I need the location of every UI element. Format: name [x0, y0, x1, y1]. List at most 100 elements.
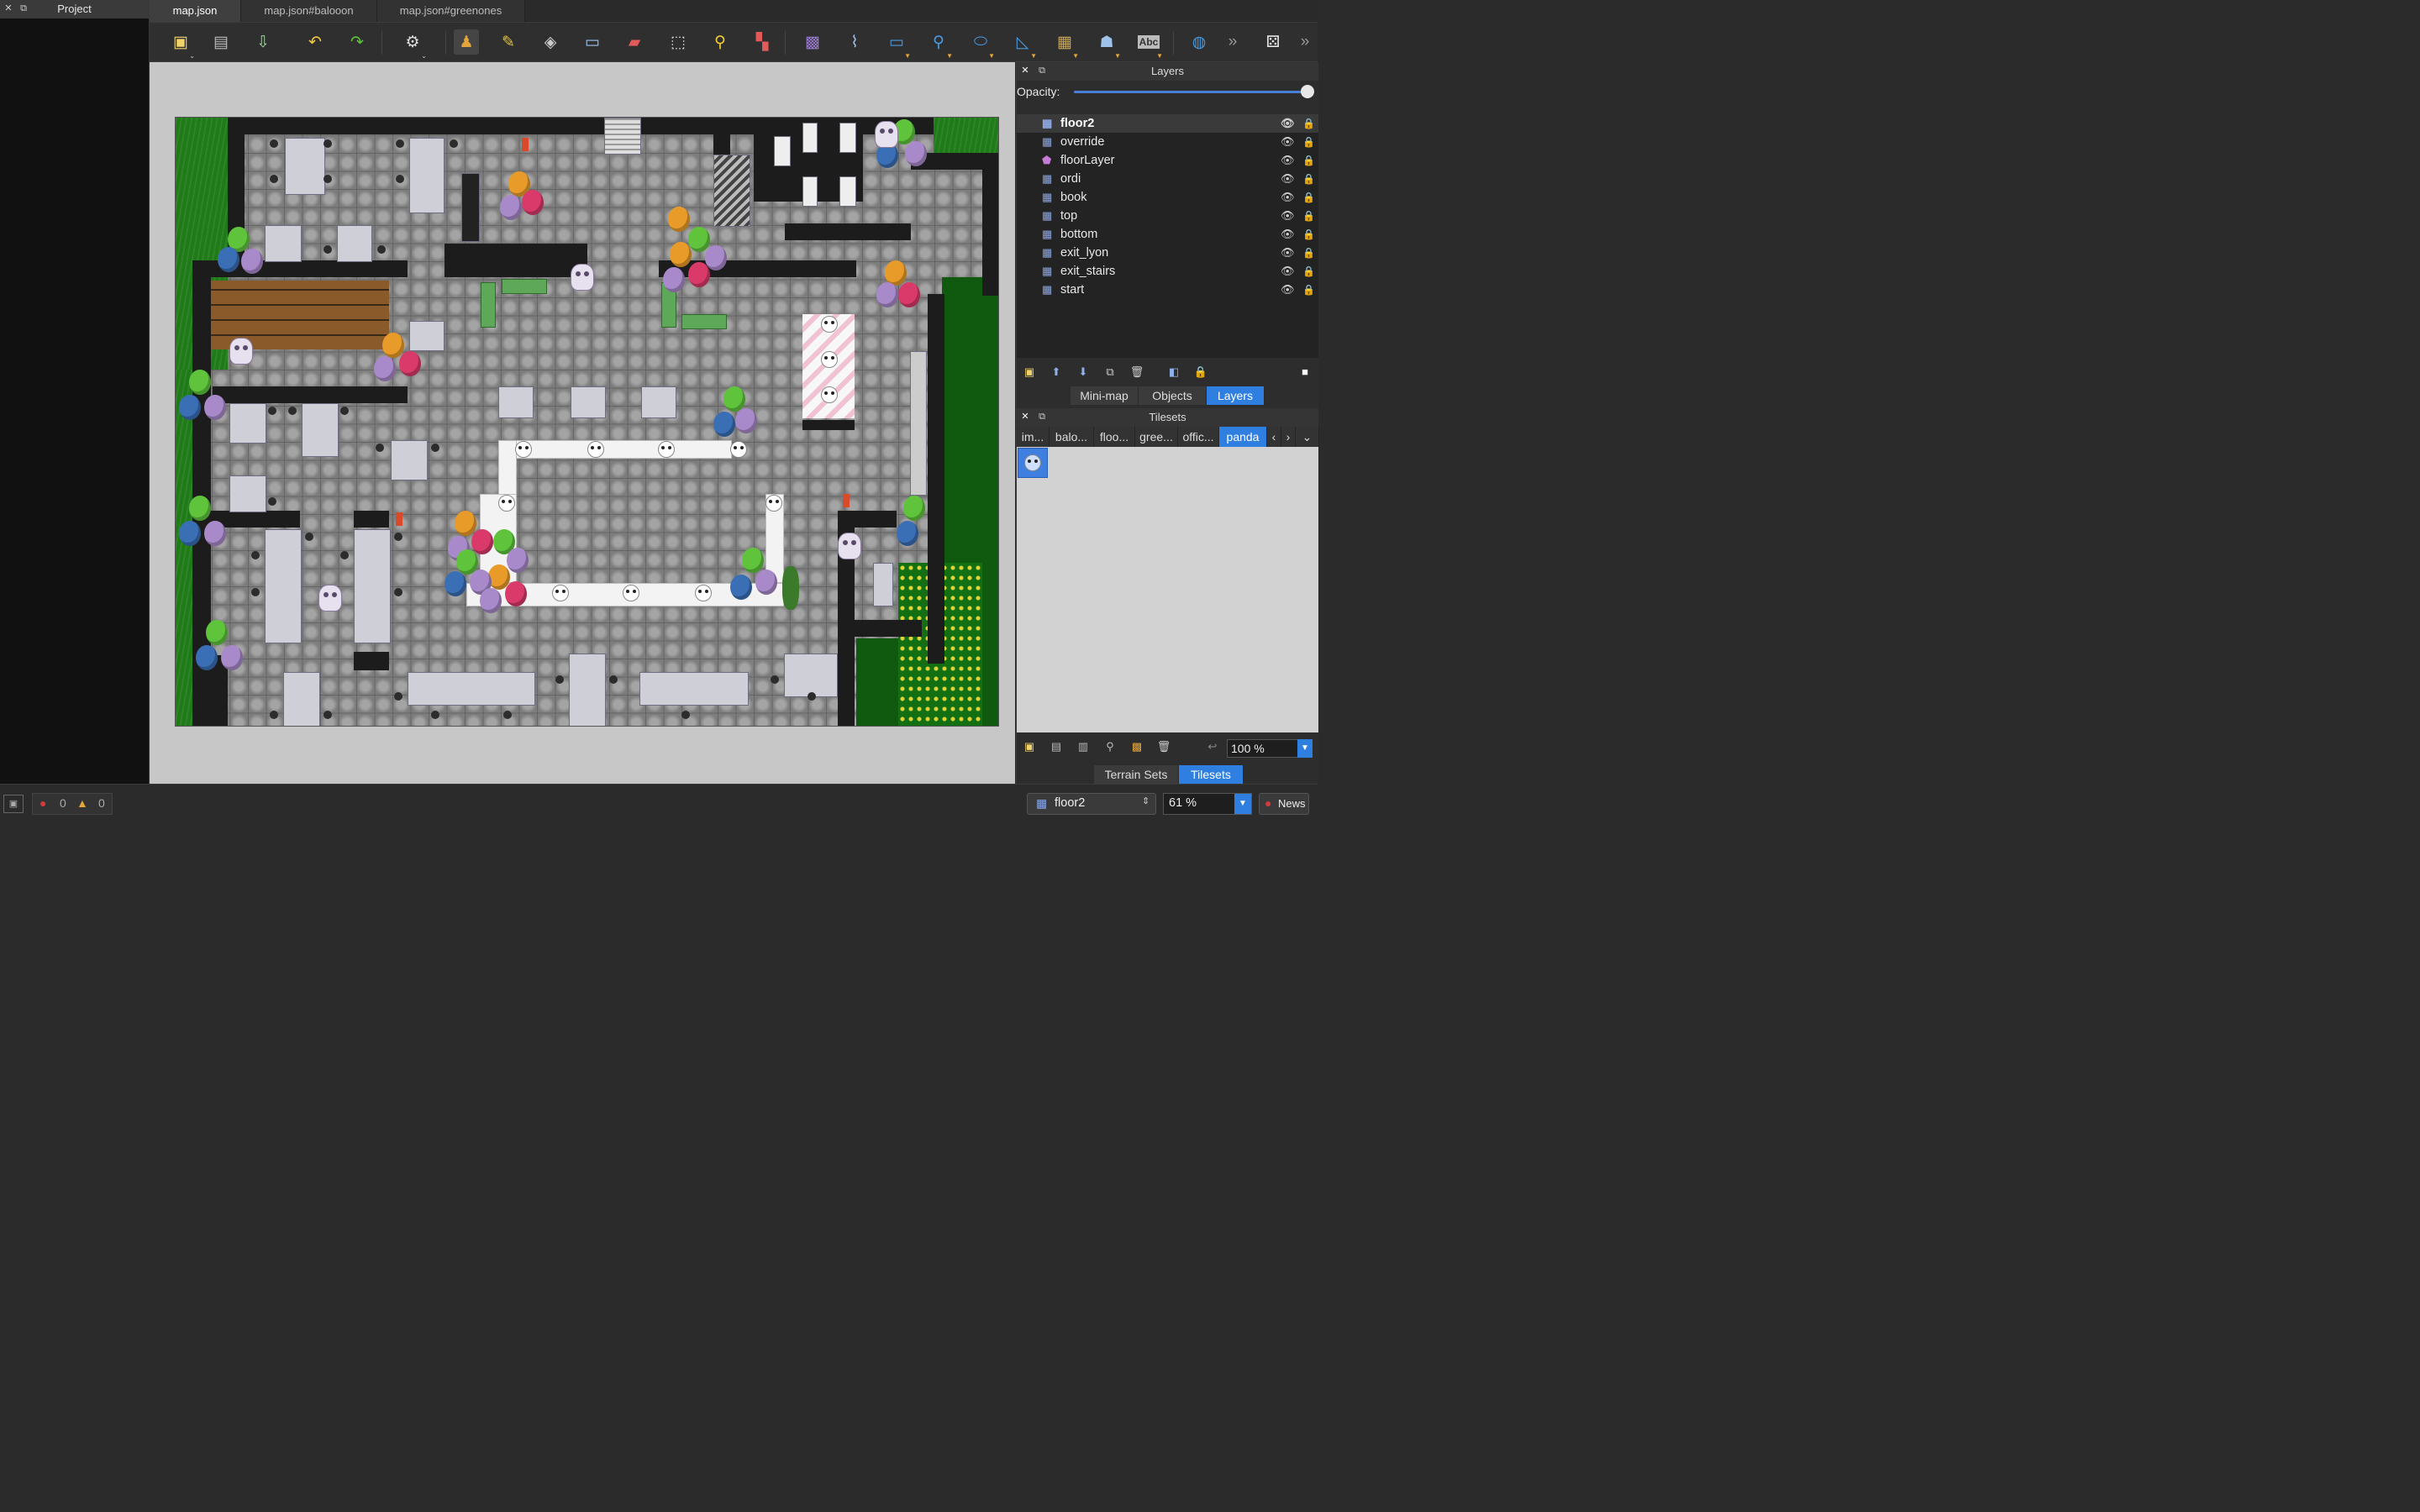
panda-tile[interactable]: [1018, 448, 1048, 478]
lock-icon[interactable]: 🔒: [1302, 207, 1315, 225]
embed-tileset-icon[interactable]: ▤: [1049, 739, 1064, 754]
opacity-slider-handle[interactable]: [1301, 85, 1314, 98]
lower-layer-icon[interactable]: ⬇: [1076, 365, 1091, 380]
world-icon[interactable]: ◍: [1186, 29, 1212, 55]
lock-icon[interactable]: 🔒: [1302, 170, 1315, 188]
lock-layer-icon[interactable]: 🔒: [1193, 365, 1208, 380]
layer-row-floor2[interactable]: ▦ floor2 👁 🔒: [1017, 114, 1318, 133]
tab-tileset-im[interactable]: im...: [1017, 427, 1050, 447]
delete-tileset-icon[interactable]: 🗑: [1156, 739, 1171, 754]
undo-icon[interactable]: ↶: [302, 29, 328, 55]
tab-tileset-offic[interactable]: offic...: [1178, 427, 1219, 447]
tab-objects[interactable]: Objects: [1139, 386, 1207, 405]
tileset-view[interactable]: [1017, 447, 1318, 732]
wrap-icon[interactable]: ↩: [1205, 739, 1220, 754]
edit-tileset-icon[interactable]: ⚲: [1102, 739, 1118, 754]
dynamic-wrapping-icon[interactable]: ▩: [1129, 739, 1144, 754]
tab-map-json[interactable]: map.json: [150, 0, 241, 22]
layer-row-override[interactable]: ▦ override 👁 🔒: [1017, 133, 1318, 151]
console-icon[interactable]: ▣: [3, 795, 24, 813]
eraser-icon[interactable]: ▰: [622, 29, 647, 55]
tab-tileset-panda[interactable]: panda: [1219, 427, 1267, 447]
lock-icon[interactable]: 🔒: [1302, 244, 1315, 262]
issues-indicator[interactable]: ● 0 ▲ 0: [32, 793, 113, 815]
float-icon[interactable]: ⧉: [1037, 412, 1047, 422]
new-layer-icon[interactable]: ▣: [1022, 365, 1037, 380]
chevron-down-icon[interactable]: ▼: [1297, 739, 1313, 758]
tab-map-json-greenones[interactable]: map.json#greenones: [377, 0, 525, 22]
lock-icon[interactable]: 🔒: [1302, 188, 1315, 207]
duplicate-layer-icon[interactable]: ⧉: [1102, 365, 1118, 380]
map-zoom-select[interactable]: 61 % ▼: [1163, 793, 1252, 815]
layer-row-bottom[interactable]: ▦ bottom 👁 🔒: [1017, 225, 1318, 244]
object-select-icon[interactable]: ▩: [800, 29, 825, 55]
news-button[interactable]: ● News: [1259, 793, 1309, 815]
new-map-icon[interactable]: ▣ ⌄: [168, 29, 195, 60]
eye-icon[interactable]: 👁: [1281, 170, 1295, 188]
lock-icon[interactable]: 🔒: [1302, 262, 1315, 281]
current-layer-select[interactable]: ▦ floor2 ⇕: [1027, 793, 1156, 815]
wang-brush-icon[interactable]: ◈: [538, 29, 563, 55]
eye-icon[interactable]: 👁: [1281, 151, 1295, 170]
eye-icon[interactable]: 👁: [1281, 225, 1295, 244]
show-other-layers-icon[interactable]: ◧: [1166, 365, 1181, 380]
tab-tileset-gree[interactable]: gree...: [1135, 427, 1178, 447]
open-icon[interactable]: ▤: [208, 29, 234, 55]
more-icon[interactable]: ■: [1297, 365, 1313, 380]
insert-tile-icon[interactable]: ▦ ▼: [1052, 29, 1079, 60]
insert-text-icon[interactable]: Abc ▼: [1136, 29, 1163, 60]
layer-row-exit-lyon[interactable]: ▦ exit_lyon 👁 🔒: [1017, 244, 1318, 262]
select-same-tile-icon[interactable]: ▚: [750, 29, 775, 55]
lock-icon[interactable]: 🔒: [1302, 151, 1315, 170]
eye-icon[interactable]: 👁: [1281, 244, 1295, 262]
eye-icon[interactable]: 👁: [1281, 133, 1295, 151]
chevron-left-icon[interactable]: ‹: [1267, 427, 1281, 447]
more-icon[interactable]: »: [1220, 29, 1245, 55]
chevron-right-icon[interactable]: ›: [1281, 427, 1296, 447]
save-icon[interactable]: ⇩: [250, 29, 276, 55]
close-icon[interactable]: ✕: [1020, 66, 1030, 76]
layer-row-ordi[interactable]: ▦ ordi 👁 🔒: [1017, 170, 1318, 188]
rectangle-select-icon[interactable]: ⬚: [666, 29, 691, 55]
eye-icon[interactable]: 👁: [1281, 262, 1295, 281]
raise-layer-icon[interactable]: ⬆: [1049, 365, 1064, 380]
edit-polygons-icon[interactable]: ⌇: [842, 29, 867, 55]
opacity-slider[interactable]: [1074, 91, 1307, 93]
close-icon[interactable]: ✕: [3, 3, 13, 13]
tab-mini-map[interactable]: Mini-map: [1071, 386, 1139, 405]
layer-row-start[interactable]: ▦ start 👁 🔒: [1017, 281, 1318, 299]
layer-row-book[interactable]: ▦ book 👁 🔒: [1017, 188, 1318, 207]
tab-terrain-sets[interactable]: Terrain Sets: [1094, 765, 1179, 784]
lock-icon[interactable]: 🔒: [1302, 225, 1315, 244]
terrain-brush-icon[interactable]: ✎: [496, 29, 521, 55]
redo-icon[interactable]: ↷: [345, 29, 370, 55]
tab-tileset-balo[interactable]: balo...: [1050, 427, 1094, 447]
chevron-down-icon[interactable]: ⌄: [1296, 427, 1319, 447]
layer-row-top[interactable]: ▦ top 👁 🔒: [1017, 207, 1318, 225]
more-icon[interactable]: »: [1292, 29, 1318, 55]
eye-icon[interactable]: 👁: [1281, 114, 1295, 133]
layer-row-exit-stairs[interactable]: ▦ exit_stairs 👁 🔒: [1017, 262, 1318, 281]
export-tileset-icon[interactable]: ▥: [1076, 739, 1091, 754]
tab-layers[interactable]: Layers: [1207, 386, 1265, 405]
insert-rectangle-icon[interactable]: ▭ ▼: [884, 29, 911, 60]
lock-icon[interactable]: 🔒: [1302, 133, 1315, 151]
eye-icon[interactable]: 👁: [1281, 188, 1295, 207]
new-tileset-icon[interactable]: ▣: [1022, 739, 1037, 754]
tile-map[interactable]: [175, 117, 999, 727]
settings-icon[interactable]: ⚙ ⌄: [400, 29, 427, 60]
magic-wand-icon[interactable]: ⚲: [708, 29, 733, 55]
stamp-brush-icon[interactable]: ♟: [454, 29, 479, 55]
lock-icon[interactable]: 🔒: [1302, 114, 1315, 133]
random-mode-icon[interactable]: ⚄: [1260, 29, 1286, 55]
eye-icon[interactable]: 👁: [1281, 281, 1295, 299]
tab-tileset-floo[interactable]: floo...: [1094, 427, 1135, 447]
delete-layer-icon[interactable]: 🗑: [1129, 365, 1144, 380]
float-icon[interactable]: ⧉: [18, 3, 29, 13]
insert-template-icon[interactable]: ☗ ▼: [1094, 29, 1121, 60]
eye-icon[interactable]: 👁: [1281, 207, 1295, 225]
lock-icon[interactable]: 🔒: [1302, 281, 1315, 299]
insert-point-icon[interactable]: ⚲ ▼: [926, 29, 953, 60]
layer-row-floorlayer[interactable]: ⬟ floorLayer 👁 🔒: [1017, 151, 1318, 170]
tab-map-json-balooon[interactable]: map.json#balooon: [241, 0, 377, 22]
